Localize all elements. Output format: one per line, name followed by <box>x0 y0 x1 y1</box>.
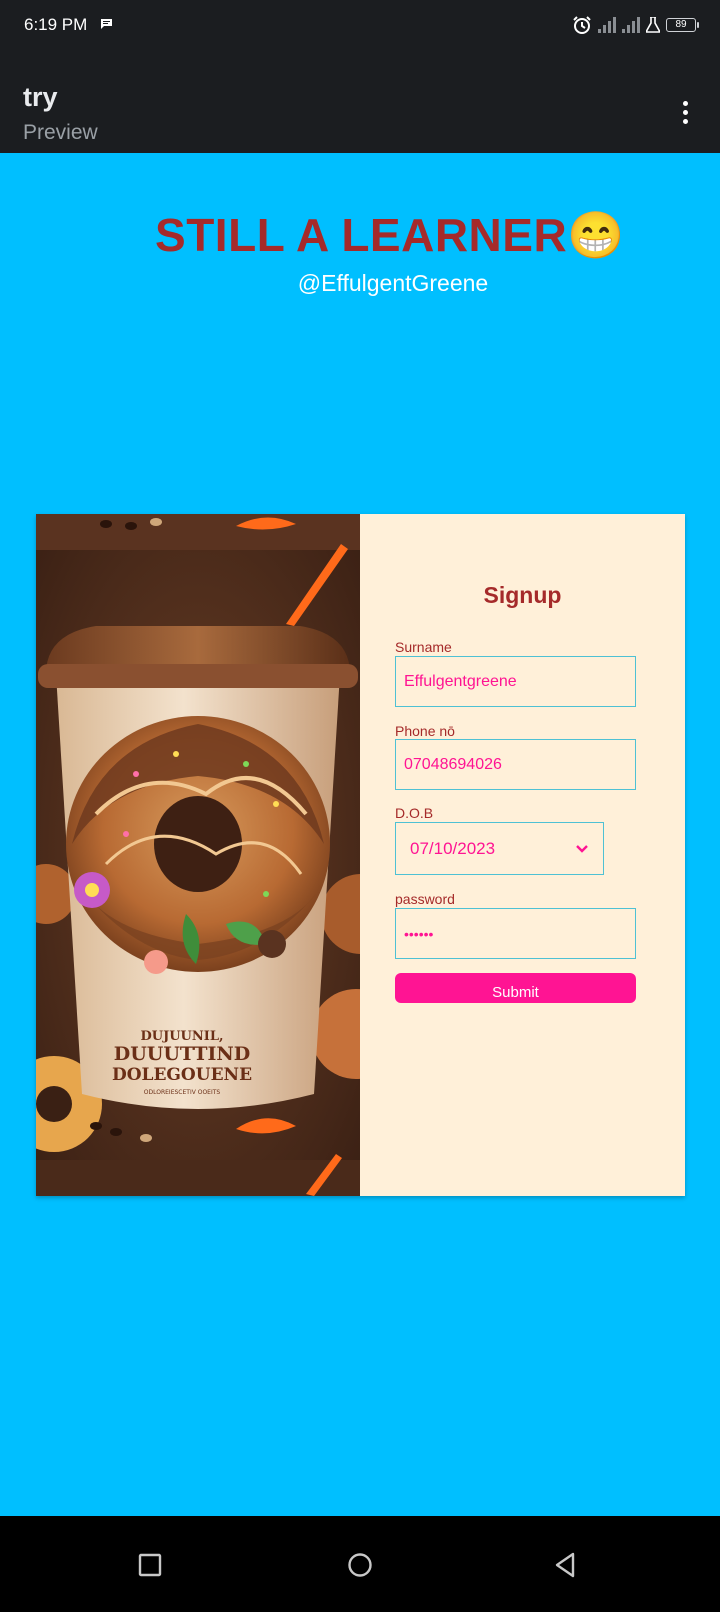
home-icon[interactable] <box>345 1550 375 1580</box>
dob-select[interactable]: 07/10/2023 <box>395 822 604 875</box>
battery-icon: 89 <box>666 18 699 32</box>
signup-form-fields: Signup Surname Phone nō D.O.B 07/10/2023… <box>36 514 685 1196</box>
password-label: password <box>395 891 455 907</box>
message-icon <box>101 19 112 29</box>
dob-label: D.O.B <box>395 805 434 821</box>
signal-icon <box>622 17 640 33</box>
surname-label: Surname <box>395 639 452 655</box>
author-handle: @EffulgentGreene <box>297 270 489 296</box>
page-headline: STILL A LEARNER😁 <box>155 209 625 261</box>
flask-icon <box>646 17 660 33</box>
more-vert-icon[interactable] <box>670 97 700 127</box>
surname-input[interactable] <box>395 656 636 707</box>
recent-apps-icon[interactable] <box>135 1550 165 1580</box>
status-icons: 89 <box>572 15 699 35</box>
alarm-icon <box>573 16 591 34</box>
status-time: 6:19 PM <box>24 15 88 34</box>
status-bar: 6:19 PM 89 <box>0 0 720 52</box>
back-icon[interactable] <box>551 1550 581 1580</box>
dob-value: 07/10/2023 <box>410 838 496 858</box>
phone-input[interactable] <box>395 739 636 790</box>
submit-button[interactable]: Submit <box>395 973 636 1003</box>
signal-icon <box>598 17 616 33</box>
app-bar: try Preview <box>0 52 720 153</box>
system-nav-bar <box>0 1516 720 1612</box>
signup-title: Signup <box>483 582 562 608</box>
phone-label: Phone nō <box>395 723 455 739</box>
password-input[interactable]: •••••• <box>395 908 636 959</box>
app-subtitle: Preview <box>23 121 98 144</box>
app-title: try <box>23 82 58 112</box>
chevron-down-icon <box>576 844 588 853</box>
